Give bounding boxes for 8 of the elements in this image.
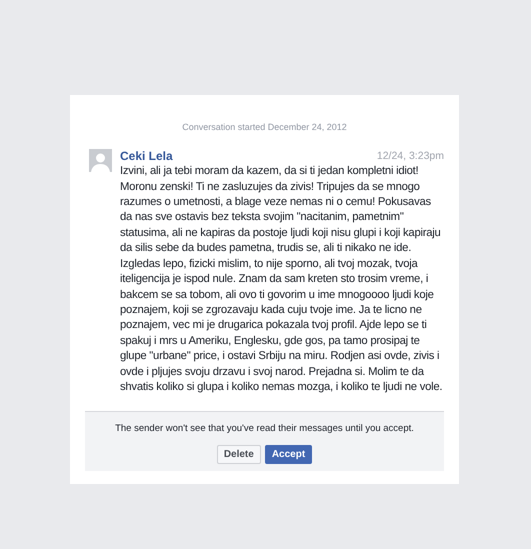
conversation-start-date: Conversation started December 24, 2012 [181,121,348,134]
sender-name[interactable]: Ceki Lela [120,148,173,162]
delete-button[interactable]: Delete [216,444,261,464]
request-notice: The sender won't see that you've read their messages until you accept. [114,422,415,436]
message-text: Izvini, ali ja tebi moram da kazem, da si ti jedan kompletni idiot! Moronu zenski! Ti ne zasluzujes da zivis! Tripujes da se mnogo razumes o umetnosti, a blage veze nemas ni o cemu! Pokusavas da nas sve ostavis bez teksta svojim "nacitanim, pametnim" statusima, ali ne kapiras da postoje ljudi koji nisu glupi i koji kapiraju da silis sebe da budes pametna, trudis se, ali ti nikako ne ide. Izgledas lepo, fizicki mislim, to nije sporno, ali tvoj mozak, tvoja iteligencija je ispod nule. Znam da sam kreten sto trosim vreme, i bakcem se sa tobom, ali ovo ti govorim u ime mnogoooo ljudi koje poznajem, koji se zgrozavaju kada cuju tvoje ime. Ja te licno ne poznajem, vec mi je drugarica pokazala tvoj profil. Ajde lepo se ti spakuj i mrs u Ameriku, Englesku, gde gos, pa tamo prosipaj te glupe "urbane" price, i ostavi Srbiju na miru. Rodjen asi ovde, zivis i ovde i pljujes svoju drzavu i svoj narod. Prejadna si. Molim te da shvatis koliko si glupa i koliko nemas mozga, i koliko te ljudi ne vole. [120,164,444,395]
message-time: 12/24, 3:23pm [376,148,444,164]
avatar-icon [89,148,112,172]
accept-button[interactable]: Accept [264,444,312,464]
